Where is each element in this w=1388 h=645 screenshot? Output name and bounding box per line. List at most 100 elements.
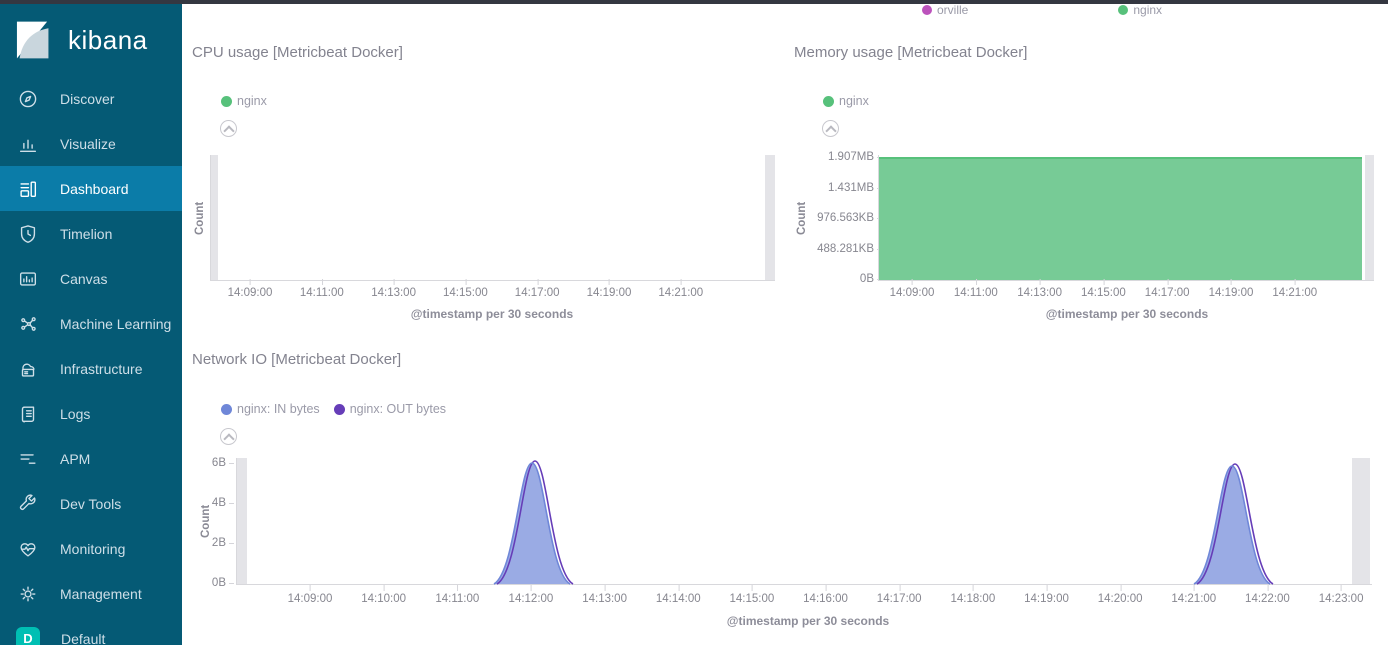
sidebar-item-dev-tools[interactable]: Dev Tools: [0, 481, 182, 526]
sidebar-item-visualize[interactable]: Visualize: [0, 121, 182, 166]
legend-item[interactable]: nginx: IN bytes: [221, 402, 320, 416]
x-tick-label: 14:19:00: [587, 287, 632, 299]
sidebar-item-label: Discover: [60, 91, 114, 107]
legend-label: nginx: [237, 94, 267, 108]
y-tick-label: 2B: [212, 537, 226, 549]
infrastructure-icon: [17, 358, 39, 380]
sidebar-items: Discover Visualize Dashboard Timelion Canvas…: [0, 76, 182, 645]
sidebar-item-label: Timelion: [60, 226, 112, 242]
x-tick-label: 14:11:00: [300, 287, 344, 299]
sidebar-item-discover[interactable]: Discover: [0, 76, 182, 121]
x-axis-title: @timestamp per 30 seconds: [727, 614, 889, 628]
sidebar-item-label: Dashboard: [60, 181, 129, 197]
panel-memory-usage: Memory usage [Metricbeat Docker] nginx C…: [794, 44, 1388, 344]
legend-label: nginx: [839, 94, 869, 108]
dashboard-main: orville nginx CPU usage [Metricbeat Docke…: [182, 0, 1388, 645]
chevron-up-icon: [223, 433, 234, 444]
kibana-logo[interactable]: kibana: [0, 4, 182, 76]
x-tick-label: 14:12:00: [509, 593, 554, 605]
cpu-plot-area[interactable]: [210, 155, 775, 281]
legend-item[interactable]: nginx: [1118, 3, 1162, 17]
sidebar-item-canvas[interactable]: Canvas: [0, 256, 182, 301]
x-tick-label: 14:16:00: [803, 593, 848, 605]
x-tick-label: 14:14:00: [656, 593, 701, 605]
sidebar-item-label: Monitoring: [60, 541, 125, 557]
default-space-badge: D: [16, 627, 40, 645]
legend-collapse-button[interactable]: [220, 120, 237, 137]
panel-network-io: Network IO [Metricbeat Docker] nginx: IN…: [192, 350, 1388, 645]
gear-icon: [17, 583, 39, 605]
x-tick-label: 14:21:00: [1171, 593, 1216, 605]
memory-plot-area[interactable]: [878, 155, 1374, 281]
sidebar-item-label: Management: [60, 586, 142, 602]
chart-legend: nginx: [823, 94, 869, 108]
x-tick-label: 14:17:00: [877, 593, 922, 605]
sidebar-item-default[interactable]: D Default: [0, 616, 182, 645]
legend-label: nginx: IN bytes: [237, 402, 320, 416]
x-axis-ticks: 14:09:0014:10:0014:11:0014:12:0014:13:00…: [192, 593, 1388, 607]
legend-item[interactable]: orville: [922, 3, 968, 17]
panel-title[interactable]: Memory usage [Metricbeat Docker]: [794, 44, 1027, 61]
sidebar-item-label: Machine Learning: [60, 316, 171, 332]
chart-legend: nginx: IN bytes nginx: OUT bytes: [221, 402, 446, 416]
x-tick-label: 14:20:00: [1098, 593, 1143, 605]
panel-cpu-usage: CPU usage [Metricbeat Docker] nginx Coun…: [192, 44, 784, 344]
panel-title[interactable]: Network IO [Metricbeat Docker]: [192, 351, 401, 368]
shield-icon: [17, 223, 39, 245]
chevron-up-icon: [223, 125, 234, 136]
x-tick-label: 14:15:00: [730, 593, 775, 605]
y-tick-label: 0B: [860, 273, 874, 285]
ml-dots-icon: [17, 313, 39, 335]
legend-item[interactable]: nginx: [221, 94, 267, 108]
legend-item[interactable]: nginx: OUT bytes: [334, 402, 446, 416]
x-tick-label: 14:09:00: [228, 287, 273, 299]
sidebar-item-timelion[interactable]: Timelion: [0, 211, 182, 256]
legend-collapse-button[interactable]: [220, 428, 237, 445]
x-axis-ticks: 14:09:0014:11:0014:13:0014:15:0014:17:00…: [192, 287, 784, 301]
x-tick-label: 14:19:00: [1209, 287, 1254, 299]
x-tick-label: 14:09:00: [890, 287, 935, 299]
x-tick-label: 14:15:00: [1081, 287, 1126, 299]
legend-color-dot: [823, 96, 834, 107]
kibana-logo-text: kibana: [68, 25, 148, 56]
panel-title[interactable]: CPU usage [Metricbeat Docker]: [192, 44, 403, 61]
sidebar-item-management[interactable]: Management: [0, 571, 182, 616]
legend-color-dot: [922, 5, 932, 15]
legend-item[interactable]: nginx: [823, 94, 869, 108]
legend-label: nginx: [1133, 3, 1162, 17]
apm-icon: [17, 448, 39, 470]
sidebar-item-label: APM: [60, 451, 90, 467]
x-tick-label: 14:11:00: [435, 593, 479, 605]
sidebar-item-logs[interactable]: Logs: [0, 391, 182, 436]
memory-area-series: [879, 157, 1362, 280]
y-axis-label: Count: [194, 155, 206, 281]
sidebar-item-dashboard[interactable]: Dashboard: [0, 166, 182, 211]
x-tick-label: 14:13:00: [1017, 287, 1062, 299]
sidebar-item-label: Logs: [60, 406, 90, 422]
x-tick-label: 14:11:00: [954, 287, 998, 299]
sidebar-item-monitoring[interactable]: Monitoring: [0, 526, 182, 571]
x-axis-ticks: 14:09:00 14:11:00 14:13:00 14:15:00 14:17:00…: [794, 287, 1388, 301]
network-plot-area[interactable]: [236, 458, 1372, 585]
legend-label: orville: [937, 3, 968, 17]
sidebar-item-label: Default: [61, 631, 105, 645]
y-axis-label: Count: [796, 155, 808, 281]
sidebar-item-infrastructure[interactable]: Infrastructure: [0, 346, 182, 391]
x-tick-label: 14:19:00: [1024, 593, 1069, 605]
x-axis-title: @timestamp per 30 seconds: [1046, 307, 1208, 321]
x-tick-label: 14:17:00: [1145, 287, 1190, 299]
kibana-logo-icon: [13, 19, 55, 61]
y-axis-label: Count: [200, 458, 212, 585]
sidebar-item-label: Visualize: [60, 136, 116, 152]
legend-collapse-button[interactable]: [822, 120, 839, 137]
x-tick-label: 14:21:00: [1272, 287, 1317, 299]
chart-legend: nginx: [221, 94, 267, 108]
x-tick-label: 14:10:00: [361, 593, 406, 605]
sidebar-item-label: Dev Tools: [60, 496, 121, 512]
chevron-up-icon: [825, 125, 836, 136]
y-tick-label: 0B: [212, 577, 226, 589]
sidebar-item-machine-learning[interactable]: Machine Learning: [0, 301, 182, 346]
x-axis-title: @timestamp per 30 seconds: [411, 307, 573, 321]
sidebar-item-apm[interactable]: APM: [0, 436, 182, 481]
legend-color-dot: [221, 96, 232, 107]
